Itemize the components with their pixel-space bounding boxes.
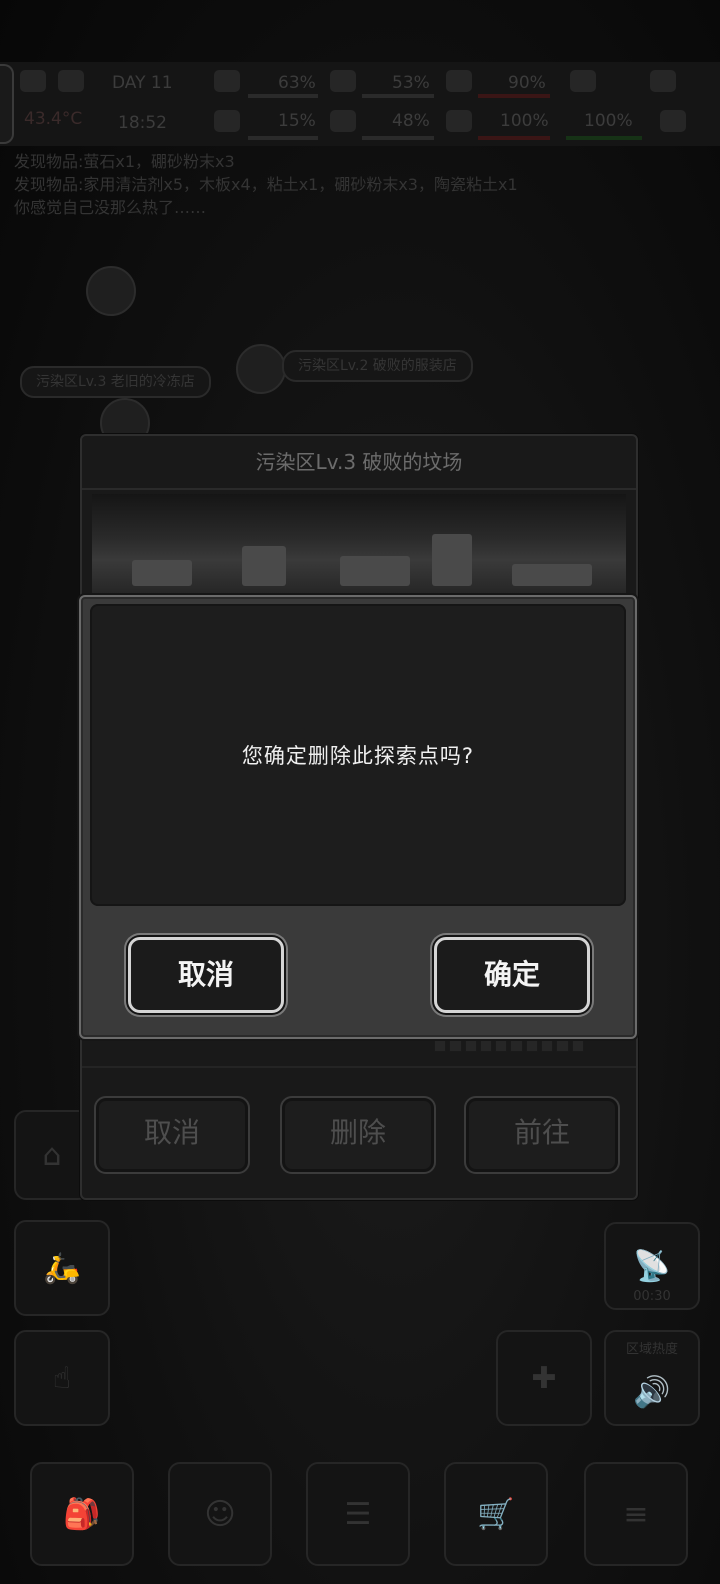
map-label-cold-store[interactable]: 污染区Lv.3 老旧的冷冻店 <box>20 366 211 398</box>
radar-button[interactable]: 📡 00:30 <box>604 1222 700 1310</box>
weather-icon <box>58 70 84 92</box>
notes-button[interactable]: ☰ <box>306 1462 410 1566</box>
gesture-button[interactable]: ☝ <box>14 1330 110 1426</box>
map-pin-icon[interactable] <box>86 266 136 316</box>
water-bar <box>362 94 434 98</box>
scooter-button[interactable]: 🛵 <box>14 1220 110 1316</box>
dialog-confirm-button[interactable]: 确定 <box>434 937 590 1013</box>
dialog-message: 您确定删除此探索点吗? <box>241 744 475 768</box>
menu-button[interactable]: ≡ <box>584 1462 688 1566</box>
clock: 18:52 <box>118 113 167 133</box>
sound-icon[interactable] <box>660 110 686 132</box>
mood-bar <box>478 94 550 98</box>
water-icon <box>330 70 356 92</box>
day-counter: DAY 11 <box>112 73 173 93</box>
location-actions-divider <box>82 1066 636 1068</box>
graveyard-image <box>92 494 626 604</box>
location-cancel-button[interactable]: 取消 <box>94 1096 250 1174</box>
location-delete-button[interactable]: 删除 <box>280 1096 436 1174</box>
radar-timer: 00:30 <box>633 1289 671 1304</box>
confirm-dialog: 您确定删除此探索点吗? 取消 确定 <box>79 595 637 1039</box>
scooter-icon: 🛵 <box>43 1250 81 1286</box>
temperature-icon <box>20 70 46 92</box>
health-bar <box>478 136 550 140</box>
menu-icon: ≡ <box>623 1496 649 1532</box>
message-log: 发现物品:萤石x1，硼砂粉末x3 发现物品:家用清洁剂x5，木板x4，粘土x1，… <box>14 150 704 219</box>
body-temperature: 43.4°C <box>24 109 83 129</box>
log-line: 发现物品:家用清洁剂x5，木板x4，粘土x1，硼砂粉末x3，陶瓷粘土x1 <box>14 175 518 194</box>
area-heat-button[interactable]: 区域热度 🔊 <box>604 1330 700 1426</box>
dialog-body: 您确定删除此探索点吗? <box>90 604 626 906</box>
medical-button[interactable]: ✚ <box>496 1330 592 1426</box>
tombstone <box>432 534 472 586</box>
fatigue-value: 15% <box>278 111 316 131</box>
hud-side-handle[interactable] <box>0 64 14 144</box>
dialog-cancel-button[interactable]: 取消 <box>128 937 284 1013</box>
hygiene-value: 48% <box>392 111 430 131</box>
location-title: 污染区Lv.3 破败的坟场 <box>82 436 636 490</box>
notebook-icon: ☰ <box>344 1496 372 1532</box>
cart-icon: 🛒 <box>477 1496 515 1532</box>
stamina-bar <box>566 136 642 140</box>
medical-file-icon: ✚ <box>531 1360 557 1396</box>
tombstone <box>340 556 410 586</box>
shop-button[interactable]: 🛒 <box>444 1462 548 1566</box>
stamina-value: 100% <box>584 111 633 131</box>
fatigue-bar <box>248 136 318 140</box>
location-goto-button[interactable]: 前往 <box>464 1096 620 1174</box>
brain-icon: ☺ <box>204 1496 236 1532</box>
backpack-button[interactable]: 🎒 <box>30 1462 134 1566</box>
status-hud: DAY 11 63% 53% 90% 43.4°C 18:52 15% 48% … <box>0 62 720 146</box>
skills-button[interactable]: ☺ <box>168 1462 272 1566</box>
drop-icon <box>330 110 356 132</box>
tombstone <box>512 564 592 586</box>
map-pin-icon[interactable] <box>236 344 286 394</box>
food-bar <box>248 94 318 98</box>
hand-pointer-icon: ☝ <box>52 1360 72 1396</box>
map-label-shop[interactable]: 污染区Lv.2 破败的服装店 <box>282 350 473 382</box>
hygiene-bar <box>362 136 434 140</box>
fatigue-icon <box>214 110 240 132</box>
battery-icon <box>570 70 596 92</box>
mood-icon <box>446 70 472 92</box>
food-icon <box>214 70 240 92</box>
log-line: 你感觉自己没那么热了…… <box>14 198 207 217</box>
home-icon: ⌂ <box>42 1137 62 1173</box>
tombstone <box>242 546 286 586</box>
backpack-icon: 🎒 <box>63 1496 101 1532</box>
log-line: 发现物品:萤石x1，硼砂粉末x3 <box>14 152 235 171</box>
speaker-icon: 🔊 <box>633 1374 671 1410</box>
heart-icon <box>446 110 472 132</box>
tombstone <box>132 560 192 586</box>
health-value: 100% <box>500 111 549 131</box>
home-button[interactable]: ⌂ <box>14 1110 90 1200</box>
signal-icon <box>650 70 676 92</box>
